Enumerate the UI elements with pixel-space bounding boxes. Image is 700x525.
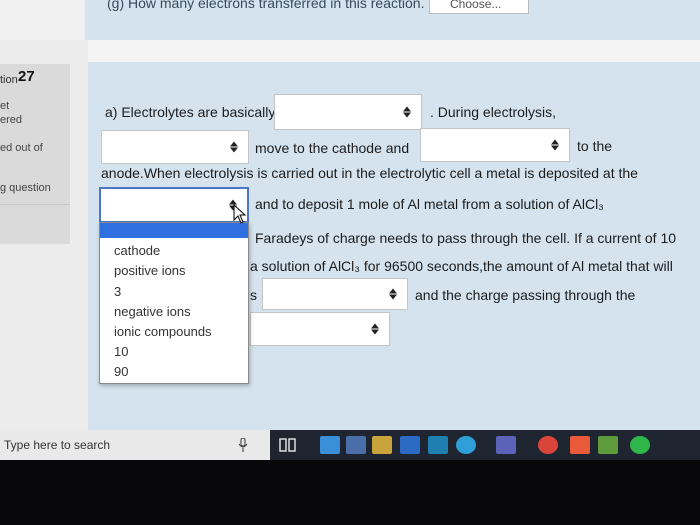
dropdown-option[interactable]: negative ions xyxy=(114,304,191,319)
question-text-line7-prefix: s xyxy=(250,287,257,303)
question-text-line2a: move to the cathode and xyxy=(255,140,410,156)
previous-question-text: (g) How many electrons transferred in th… xyxy=(107,0,425,11)
previous-answer-select[interactable]: Choose... xyxy=(429,0,529,14)
dropdown-option[interactable]: cathode xyxy=(114,243,160,258)
status-line-1: et xyxy=(0,100,10,112)
dropdown-option[interactable]: 3 xyxy=(114,284,121,299)
dropdown-option[interactable]: positive ions xyxy=(114,263,186,278)
edge-browser-icon[interactable] xyxy=(456,436,476,454)
dropdown-option[interactable]: 10 xyxy=(114,344,128,359)
question-text-line7b: and the charge passing through the xyxy=(415,287,636,303)
question-label: tion xyxy=(0,74,18,86)
dropdown-highlight[interactable] xyxy=(100,223,248,238)
image-app-icon[interactable] xyxy=(598,436,618,454)
mail-envelope-icon[interactable] xyxy=(400,436,420,454)
flag-question-link[interactable]: g question xyxy=(0,182,51,194)
answer-select-3[interactable] xyxy=(420,128,570,162)
whatsapp-icon[interactable] xyxy=(630,436,650,454)
photos-app-icon[interactable] xyxy=(346,436,366,454)
monitor-bezel xyxy=(0,460,700,525)
windows-taskbar: Type here to search xyxy=(0,430,700,460)
chevron-updown-icon xyxy=(371,323,379,335)
question-info-column: tion 27 et ered ed out of g question xyxy=(0,40,88,430)
question-text-line2b: to the xyxy=(577,138,613,154)
mouse-cursor-icon xyxy=(233,204,247,224)
dropdown-options-list[interactable]: cathode positive ions 3 negative ions io… xyxy=(99,222,249,384)
chevron-updown-icon xyxy=(551,139,559,151)
chevron-updown-icon xyxy=(403,106,411,118)
previous-question-panel: (g) How many electrons transferred in th… xyxy=(85,0,700,40)
question-text-line4: and to deposit 1 mole of Al metal from a… xyxy=(255,196,604,212)
status-line-2: ered xyxy=(0,114,23,126)
microphone-icon[interactable] xyxy=(238,438,248,452)
question-text-line5: Faradeys of charge needs to pass through… xyxy=(255,230,677,246)
store-app-icon[interactable] xyxy=(428,436,448,454)
question-text-line1b: . During electrolysis, xyxy=(430,104,557,120)
task-view-icon[interactable] xyxy=(278,436,298,454)
dropdown-option[interactable]: 90 xyxy=(114,364,128,379)
question-text-line1a: a) Electrolytes are basically xyxy=(105,104,276,120)
answer-select-4-open[interactable] xyxy=(99,187,249,223)
dropdown-option[interactable]: ionic compounds xyxy=(114,324,212,339)
answer-select-1[interactable] xyxy=(274,94,422,130)
chrome-browser-icon[interactable] xyxy=(538,436,558,454)
mail-app-icon[interactable] xyxy=(320,436,340,454)
teams-icon[interactable] xyxy=(496,436,516,454)
chevron-updown-icon xyxy=(230,141,238,153)
question-text-line3: anode.When electrolysis is carried out i… xyxy=(101,165,638,181)
search-placeholder: Type here to search xyxy=(4,438,111,452)
taskbar-search-box[interactable]: Type here to search xyxy=(0,430,270,460)
question-info-box: tion 27 et ered ed out of g question xyxy=(0,64,70,244)
answer-select-6[interactable] xyxy=(250,312,390,346)
file-explorer-icon[interactable] xyxy=(372,436,392,454)
question-text-line6: a solution of AlCl₃ for 96500 seconds,th… xyxy=(250,258,673,274)
divider xyxy=(0,204,70,205)
content-gap xyxy=(88,40,700,62)
marks-line: ed out of xyxy=(0,142,43,154)
question-number: 27 xyxy=(18,68,35,85)
chevron-updown-icon xyxy=(389,288,397,300)
answer-select-5[interactable] xyxy=(262,278,408,310)
media-app-icon[interactable] xyxy=(570,436,590,454)
answer-select-2[interactable] xyxy=(101,130,249,164)
